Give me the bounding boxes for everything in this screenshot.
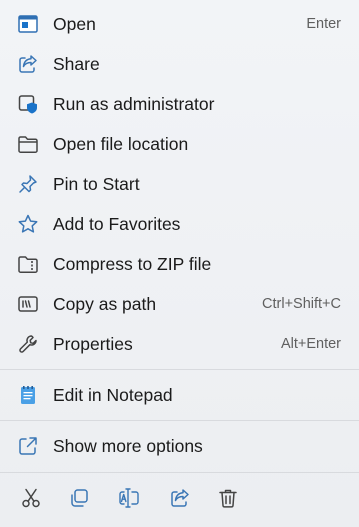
- menu-item-copy-as-path[interactable]: Copy as path Ctrl+Shift+C: [6, 286, 353, 322]
- share-icon: [16, 52, 40, 76]
- menu-item-label: Run as administrator: [53, 94, 215, 114]
- menu-item-open-file-location[interactable]: Open file location: [6, 126, 353, 162]
- menu-item-open[interactable]: Open Enter: [6, 6, 353, 42]
- menu-separator: [0, 420, 359, 421]
- run-as-admin-icon: [16, 92, 40, 116]
- menu-item-show-more-options[interactable]: Show more options: [6, 428, 353, 464]
- menu-item-label: Open: [53, 14, 96, 34]
- share-icon[interactable]: [168, 486, 192, 510]
- delete-icon[interactable]: [216, 486, 240, 510]
- menu-item-properties[interactable]: Properties Alt+Enter: [6, 326, 353, 362]
- notepad-icon: [16, 383, 40, 407]
- menu-item-pin-to-start[interactable]: Pin to Start: [6, 166, 353, 202]
- menu-item-compress-zip[interactable]: Compress to ZIP file: [6, 246, 353, 282]
- wrench-icon: [16, 332, 40, 356]
- zip-folder-icon: [16, 252, 40, 276]
- menu-separator: [0, 472, 359, 473]
- menu-item-run-as-admin[interactable]: Run as administrator: [6, 86, 353, 122]
- context-menu: Open Enter Share Run as administrator Op…: [0, 0, 359, 527]
- menu-item-label: Share: [53, 54, 100, 74]
- shortcut-label: Alt+Enter: [280, 336, 341, 352]
- copy-icon[interactable]: [67, 486, 91, 510]
- menu-item-label: Pin to Start: [53, 174, 140, 194]
- folder-icon: [16, 132, 40, 156]
- menu-item-label: Compress to ZIP file: [53, 254, 212, 274]
- pin-icon: [16, 172, 40, 196]
- menu-item-label: Add to Favorites: [53, 214, 181, 234]
- open-app-icon: [16, 12, 40, 36]
- menu-item-label: Open file location: [53, 134, 189, 154]
- menu-item-label: Edit in Notepad: [53, 385, 173, 405]
- shortcut-label: Ctrl+Shift+C: [262, 296, 341, 312]
- copy-path-icon: [16, 292, 40, 316]
- cut-icon[interactable]: [19, 486, 43, 510]
- menu-item-label: Copy as path: [53, 294, 157, 314]
- star-icon: [16, 212, 40, 236]
- menu-item-label: Show more options: [53, 436, 203, 456]
- menu-separator: [0, 369, 359, 370]
- menu-item-add-to-favorites[interactable]: Add to Favorites: [6, 206, 353, 242]
- menu-item-label: Properties: [53, 334, 133, 354]
- show-more-icon: [16, 434, 40, 458]
- quick-action-toolbar: [0, 478, 359, 518]
- rename-icon[interactable]: [117, 486, 141, 510]
- menu-item-edit-in-notepad[interactable]: Edit in Notepad: [6, 377, 353, 413]
- menu-item-share[interactable]: Share: [6, 46, 353, 82]
- shortcut-label: Enter: [306, 16, 341, 32]
